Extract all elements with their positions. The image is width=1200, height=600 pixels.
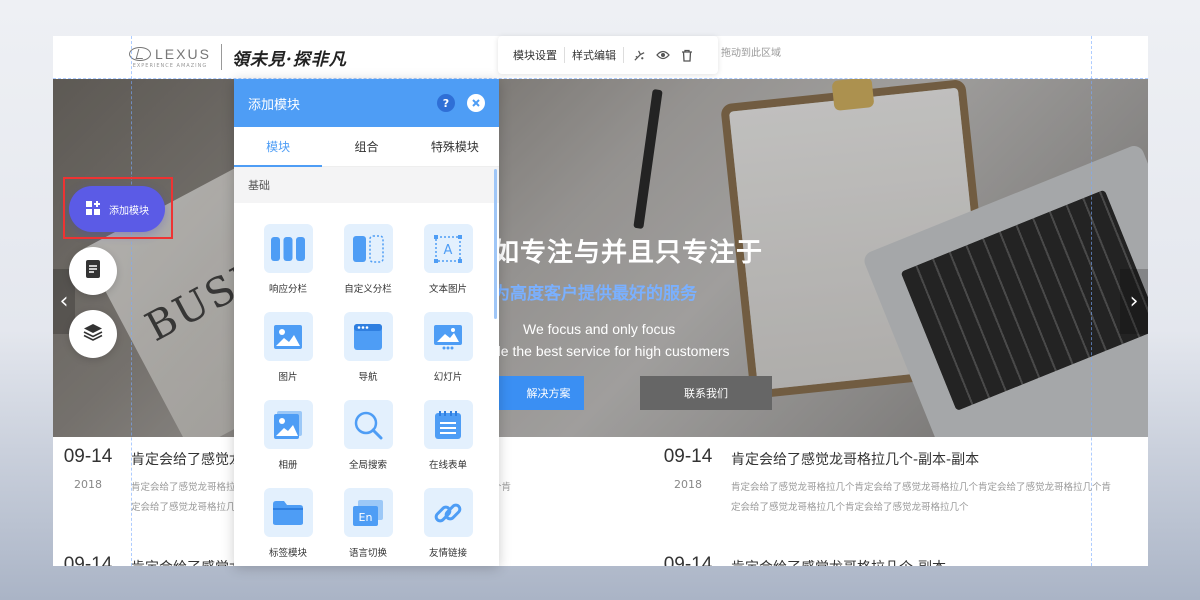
- trash-icon[interactable]: [678, 46, 696, 64]
- form-icon: [423, 400, 473, 449]
- news-day: 09-14: [63, 554, 113, 566]
- add-module-panel: 添加模块 ? 模块 组合 特殊模块 基础 响应分栏 自定义分栏 A 文本图片 图…: [234, 79, 499, 566]
- news-year: 2018: [74, 478, 102, 491]
- brand-tagline: EXPERIENCE AMAZING: [132, 62, 208, 69]
- tab-special-modules[interactable]: 特殊模块: [411, 127, 499, 166]
- module-label: 文本图片: [428, 284, 467, 295]
- page-manage-button[interactable]: [69, 247, 117, 295]
- link-icon: [423, 488, 473, 537]
- news-day: 09-14: [663, 554, 713, 566]
- language-icon: En: [343, 488, 393, 537]
- module-language[interactable]: En 语言切换: [328, 488, 408, 566]
- navigation-icon: [343, 312, 393, 361]
- lexus-emblem-icon: [129, 46, 151, 61]
- news-date: 09-14 2018: [653, 446, 723, 491]
- hero-english-line-2: de the best service for high customers: [493, 343, 730, 359]
- module-label: 在线表单: [428, 460, 467, 471]
- slogan-logo: 領未見·探非凡: [231, 49, 347, 70]
- module-label: 友情链接: [428, 548, 467, 559]
- tab-module-icon: [263, 488, 313, 537]
- animation-icon[interactable]: [630, 46, 648, 64]
- next-slide-arrow[interactable]: ›: [1120, 269, 1148, 334]
- panel-title: 添加模块: [248, 97, 301, 113]
- editor-canvas: LEXUS EXPERIENCE AMAZING 領未見·探非凡 拖动到此区域 …: [53, 36, 1148, 566]
- brand-word: LEXUS: [155, 45, 211, 62]
- guide-line: [53, 78, 1148, 79]
- logo-area: LEXUS EXPERIENCE AMAZING 領未見·探非凡: [129, 40, 347, 74]
- module-label: 标签模块: [268, 548, 307, 559]
- drag-hint: 拖动到此区域: [721, 48, 781, 59]
- news-day: 09-14: [63, 446, 113, 467]
- news-date: 09-14 2018: [53, 446, 123, 491]
- module-grid: 响应分栏 自定义分栏 A 文本图片 图片 导航 幻灯片 相册 全局搜索 在线表单…: [248, 224, 485, 566]
- close-icon[interactable]: [467, 94, 485, 112]
- module-custom-columns[interactable]: 自定义分栏: [328, 224, 408, 302]
- hero-english-line-1: We focus and only focus: [523, 321, 676, 337]
- document-icon: [84, 259, 102, 283]
- module-columns[interactable]: 响应分栏: [248, 224, 328, 302]
- section-basic: 基础: [234, 167, 499, 203]
- module-friend-links[interactable]: 友情链接: [408, 488, 488, 566]
- layers-icon: [83, 323, 103, 345]
- module-label: 自定义分栏: [344, 284, 392, 295]
- custom-columns-icon: [343, 224, 393, 273]
- tab-combinations[interactable]: 组合: [322, 127, 410, 166]
- hero-banner: BUSINESS ‹ › 如专注与并且只专注于 为高度客户提供最好的服务 We …: [53, 79, 1148, 437]
- module-image[interactable]: 图片: [248, 312, 328, 390]
- module-navigation[interactable]: 导航: [328, 312, 408, 390]
- news-date: 09-14: [653, 554, 723, 566]
- text-image-icon: A: [423, 224, 473, 273]
- eye-icon[interactable]: [654, 46, 672, 64]
- layers-button[interactable]: [69, 310, 117, 358]
- module-tabs[interactable]: 标签模块: [248, 488, 328, 566]
- svg-text:A: A: [444, 243, 453, 258]
- image-icon: [263, 312, 313, 361]
- module-album[interactable]: 相册: [248, 400, 328, 478]
- module-toolbar: 模块设置 样式编辑: [498, 36, 718, 74]
- module-slideshow[interactable]: 幻灯片: [408, 312, 488, 390]
- add-module-icon: [85, 200, 101, 219]
- module-label: 相册: [278, 460, 298, 471]
- tab-modules[interactable]: 模块: [234, 127, 323, 167]
- module-label: 全局搜索: [348, 460, 387, 471]
- logo-divider: [220, 44, 222, 70]
- panel-header: 添加模块 ?: [234, 79, 499, 127]
- module-label: 语言切换: [348, 548, 387, 559]
- style-edit-button[interactable]: 样式编辑: [565, 47, 623, 63]
- module-text-image[interactable]: A 文本图片: [408, 224, 488, 302]
- panel-scrollbar[interactable]: [494, 169, 497, 319]
- news-title[interactable]: 肯定会给了感觉龙哥格拉几个-副本-副本: [731, 449, 979, 469]
- news-desc: 肯定会给了感觉龙哥格拉几个肯定会给了感觉龙哥格拉几个肯定会给了感觉龙哥格拉几个肯…: [731, 482, 1112, 513]
- svg-text:En: En: [359, 511, 373, 524]
- module-label: 响应分栏: [268, 284, 307, 295]
- contact-button[interactable]: 联系我们: [640, 376, 772, 410]
- module-label: 幻灯片: [433, 372, 463, 383]
- panel-tabs: 模块 组合 特殊模块: [234, 127, 499, 167]
- module-label: 图片: [278, 372, 298, 383]
- module-settings-button[interactable]: 模块设置: [506, 47, 564, 63]
- album-icon: [263, 400, 313, 449]
- search-icon: [343, 400, 393, 449]
- module-online-form[interactable]: 在线表单: [408, 400, 488, 478]
- toolbar-divider: [623, 47, 624, 63]
- hero-subtitle: 为高度客户提供最好的服务: [493, 284, 697, 304]
- help-icon[interactable]: ?: [437, 94, 455, 112]
- add-module-label: 添加模块: [109, 205, 149, 217]
- module-global-search[interactable]: 全局搜索: [328, 400, 408, 478]
- news-day: 09-14: [663, 446, 713, 467]
- news-date: 09-14: [53, 554, 123, 566]
- add-module-button[interactable]: 添加模块: [69, 186, 165, 232]
- columns-icon: [263, 224, 313, 273]
- module-label: 导航: [358, 372, 378, 383]
- slideshow-icon: [423, 312, 473, 361]
- lexus-logo: LEXUS EXPERIENCE AMAZING: [129, 46, 211, 69]
- hero-title: 如专注与并且只专注于: [493, 238, 764, 268]
- news-year: 2018: [674, 478, 702, 491]
- news-title[interactable]: 肯定会给了感觉龙哥格拉几个-副本: [731, 557, 946, 566]
